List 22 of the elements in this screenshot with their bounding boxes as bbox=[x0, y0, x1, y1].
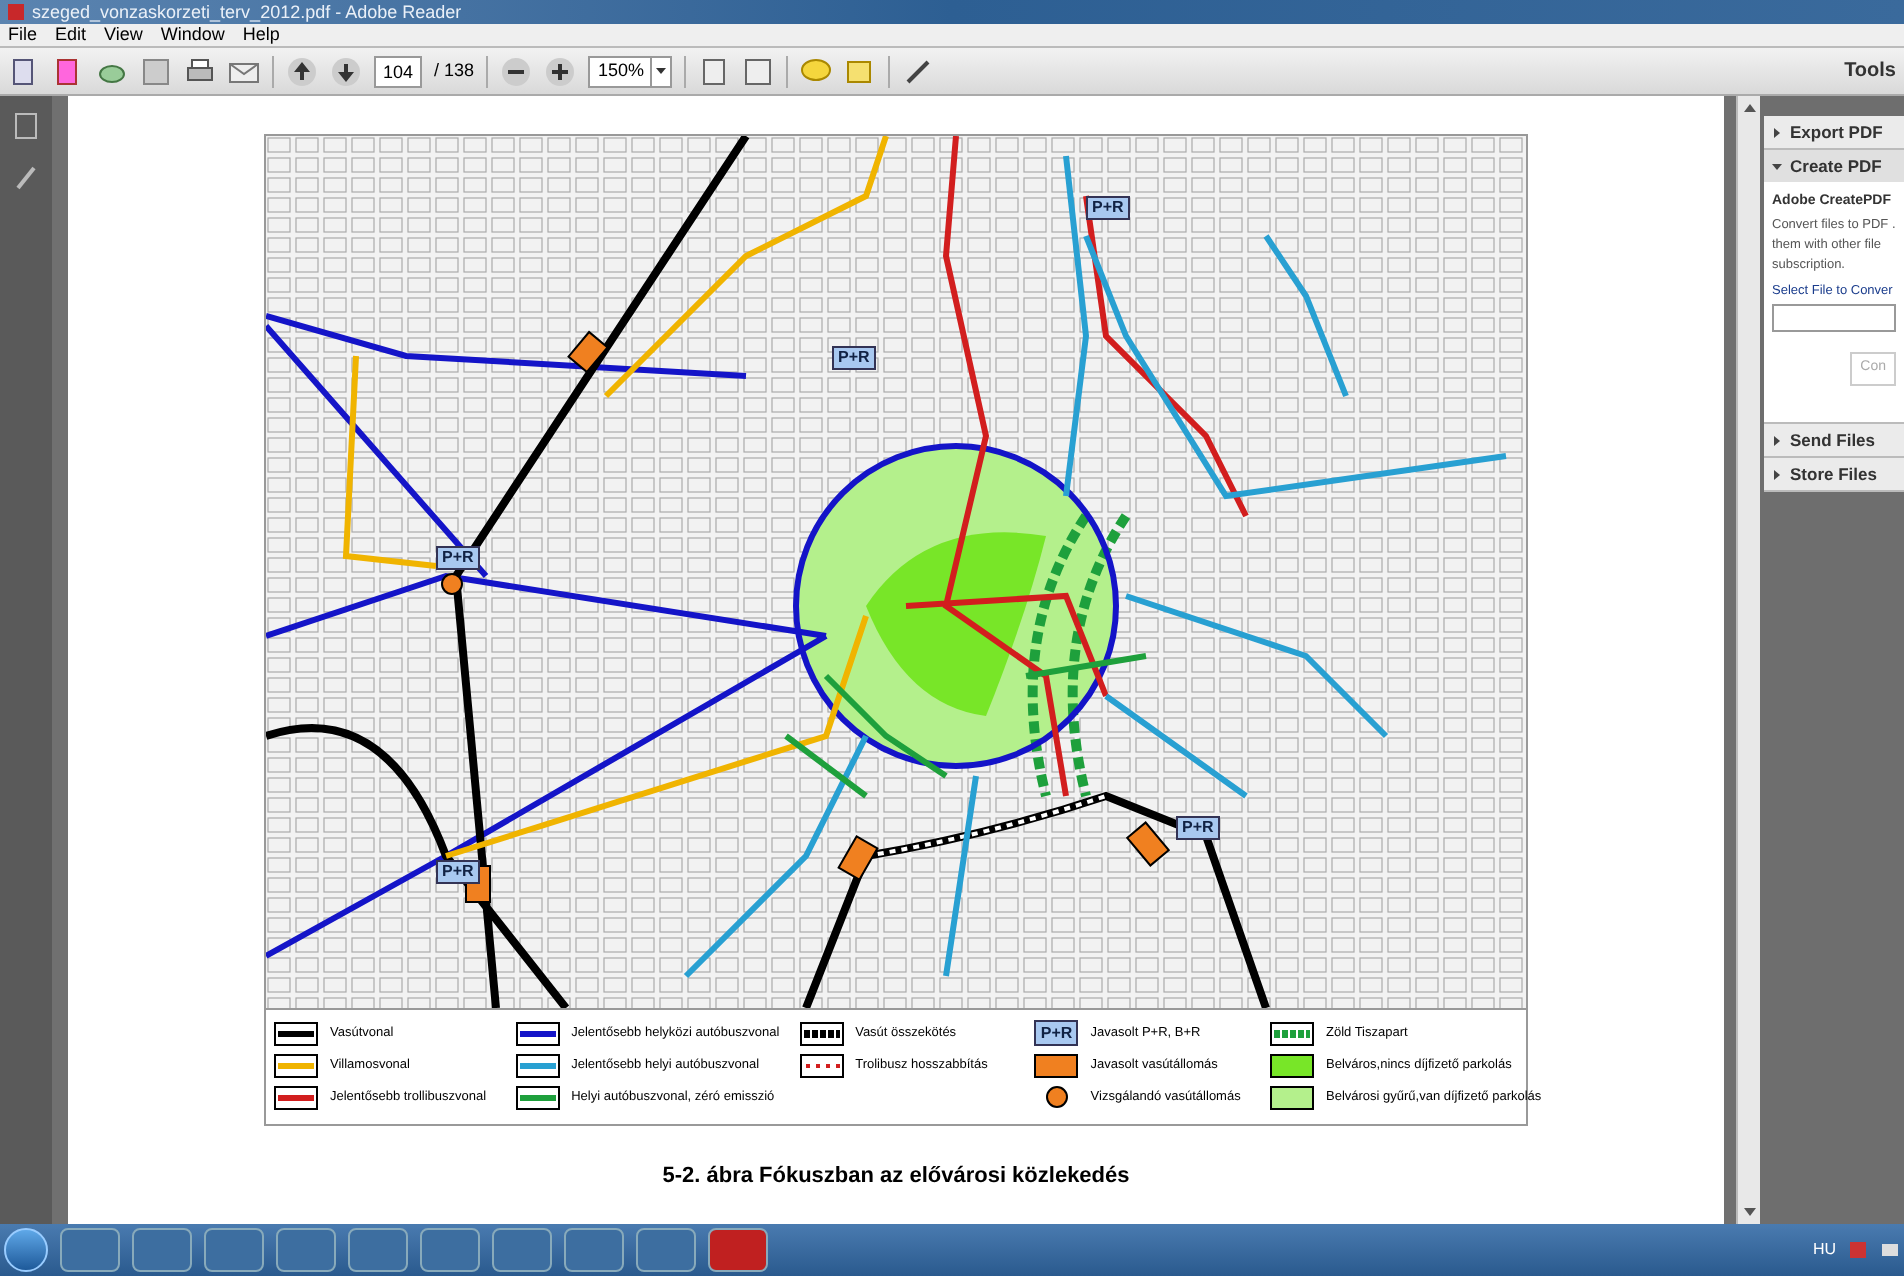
park-ride-label: P+R bbox=[436, 546, 480, 570]
page-number-field[interactable]: 104 bbox=[374, 55, 422, 87]
panel-section-header[interactable]: Create PDF bbox=[1764, 150, 1904, 182]
window-title: szeged_vonzaskorzeti_terv_2012.pdf - Adobe Reader bbox=[32, 1, 462, 23]
park-ride-badge: P+R bbox=[1034, 1020, 1079, 1046]
panel-section-header[interactable]: Store Files bbox=[1764, 458, 1904, 490]
panel-section-header[interactable]: Send Files bbox=[1764, 424, 1904, 456]
park-ride-label: P+R bbox=[436, 860, 480, 884]
menu-item[interactable]: File bbox=[8, 24, 38, 46]
menu-item[interactable]: Edit bbox=[55, 24, 87, 46]
menu-item[interactable]: View bbox=[104, 24, 143, 46]
language-indicator[interactable]: HU bbox=[1812, 1238, 1836, 1262]
zoom-dropdown[interactable]: 150% bbox=[588, 55, 673, 87]
panel-section-header[interactable]: Export PDF bbox=[1764, 116, 1904, 148]
park-ride-label: P+R bbox=[1086, 196, 1130, 220]
menu-item[interactable]: Help bbox=[242, 24, 280, 46]
park-ride-label: P+R bbox=[1176, 816, 1220, 840]
park-ride-label: P+R bbox=[832, 346, 876, 370]
tools-button[interactable]: Tools bbox=[1844, 56, 1896, 86]
page-total: / 138 bbox=[434, 57, 475, 84]
figure-caption: 5-2. ábra Fókuszban az elővárosi közlekedés bbox=[662, 1162, 1130, 1192]
menu-item[interactable]: Window bbox=[160, 24, 225, 46]
